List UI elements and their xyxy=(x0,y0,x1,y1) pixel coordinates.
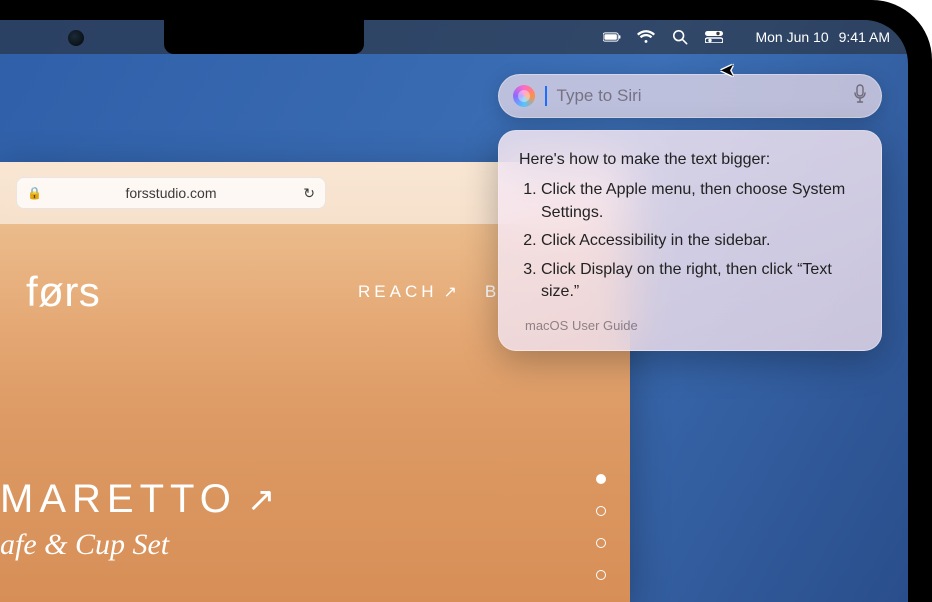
siri-response-card: Here's how to make the text bigger: Clic… xyxy=(498,130,882,351)
address-url: forsstudio.com xyxy=(125,185,216,201)
device-frame: Mon Jun 10 9:41 AM ➤ 🔒 forsstudio.com ↻ … xyxy=(0,0,932,602)
carousel-dots xyxy=(596,474,606,602)
arrow-ne-icon: ↗ xyxy=(247,480,282,520)
menu-bar: Mon Jun 10 9:41 AM xyxy=(0,20,908,54)
siri-step: Click Display on the right, then click “… xyxy=(541,259,861,304)
arrow-ne-icon: ↗ xyxy=(444,282,461,302)
control-center-icon[interactable] xyxy=(705,28,723,46)
display-notch xyxy=(164,20,364,54)
microphone-icon[interactable] xyxy=(853,84,867,109)
text-cursor xyxy=(545,86,547,106)
carousel-dot[interactable] xyxy=(596,474,606,484)
menubar-time[interactable]: 9:41 AM xyxy=(839,29,890,45)
site-logo[interactable]: førs xyxy=(26,268,100,316)
siri-input[interactable]: Type to Siri xyxy=(498,74,882,118)
battery-icon[interactable] xyxy=(603,28,621,46)
siri-icon xyxy=(513,85,535,107)
camera-dot xyxy=(68,30,84,46)
lock-icon: 🔒 xyxy=(27,186,42,200)
address-bar[interactable]: 🔒 forsstudio.com ↻ xyxy=(16,177,326,209)
reload-icon[interactable]: ↻ xyxy=(303,185,315,202)
site-nav: REACH ↗ B xyxy=(358,282,500,302)
siri-steps-list: Click the Apple menu, then choose System… xyxy=(519,179,861,303)
siri-step: Click Accessibility in the sidebar. xyxy=(541,230,861,252)
siri-panel: Type to Siri Here's how to make the text… xyxy=(498,74,882,351)
carousel-dot[interactable] xyxy=(596,570,606,580)
hero-subtitle: afe & Cup Set xyxy=(0,528,169,562)
wifi-icon[interactable] xyxy=(637,28,655,46)
siri-placeholder: Type to Siri xyxy=(557,86,844,106)
mouse-cursor-icon: ➤ xyxy=(720,60,735,81)
carousel-dot[interactable] xyxy=(596,506,606,516)
spotlight-icon[interactable] xyxy=(671,28,689,46)
nav-link-reach[interactable]: REACH ↗ xyxy=(358,282,461,302)
siri-response-heading: Here's how to make the text bigger: xyxy=(519,149,861,171)
siri-step: Click the Apple menu, then choose System… xyxy=(541,179,861,224)
carousel-dot[interactable] xyxy=(596,538,606,548)
siri-source-link[interactable]: macOS User Guide xyxy=(519,317,861,335)
menubar-date[interactable]: Mon Jun 10 xyxy=(755,29,828,45)
desktop: Mon Jun 10 9:41 AM ➤ 🔒 forsstudio.com ↻ … xyxy=(0,20,908,602)
hero-title[interactable]: MARETTO ↗ xyxy=(0,477,281,522)
